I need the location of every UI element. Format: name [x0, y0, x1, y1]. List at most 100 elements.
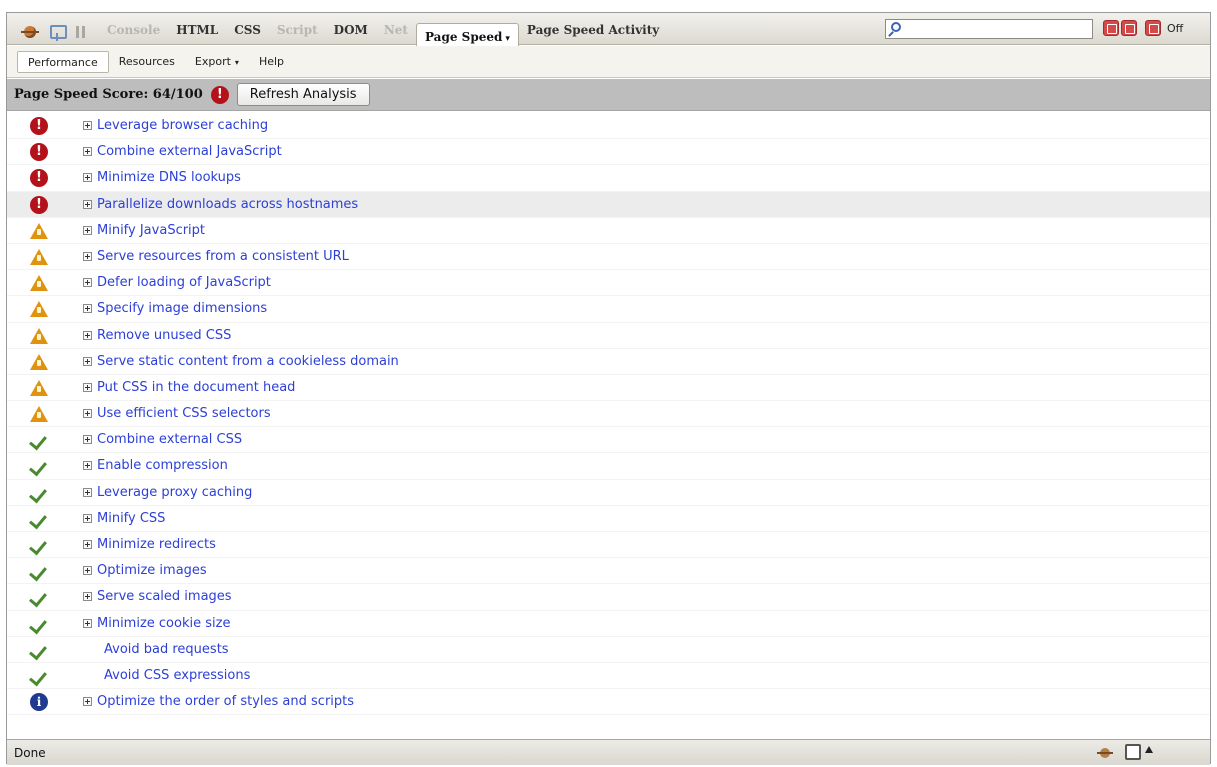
rule-row[interactable]: Combine external JavaScript [7, 139, 1210, 166]
expand-plus-icon[interactable] [83, 487, 92, 497]
rule-label[interactable]: Parallelize downloads across hostnames [97, 197, 358, 212]
expand-plus-icon[interactable] [83, 592, 92, 602]
expand-plus-icon[interactable] [83, 409, 92, 419]
checkmark-icon [30, 562, 48, 580]
minimize-icon[interactable] [1103, 20, 1119, 36]
refresh-analysis-button[interactable]: Refresh Analysis [236, 83, 370, 106]
subtab-resources[interactable]: Resources [109, 51, 185, 73]
detach-icon[interactable] [1121, 20, 1137, 36]
rule-label[interactable]: Serve scaled images [97, 589, 232, 604]
rule-label[interactable]: Minify JavaScript [97, 223, 205, 238]
rule-row[interactable]: Avoid bad requests [7, 637, 1210, 663]
rule-label[interactable]: Serve static content from a cookieless d… [97, 354, 399, 369]
pause-icon[interactable] [73, 23, 89, 41]
expand-plus-icon[interactable] [83, 540, 92, 549]
window-controls: Off [1103, 20, 1183, 36]
rule-row[interactable]: Put CSS in the document head [7, 375, 1210, 402]
firebug-tab-page-speed-activity[interactable]: Page Speed Activity [519, 19, 667, 41]
rule-label[interactable]: Defer loading of JavaScript [97, 275, 271, 290]
warning-icon [30, 406, 48, 423]
expand-plus-icon[interactable] [83, 697, 92, 707]
rule-row[interactable]: Leverage proxy caching [7, 480, 1210, 506]
subtab-performance[interactable]: Performance [17, 50, 109, 73]
firebug-tab-html[interactable]: HTML [168, 19, 226, 41]
expand-plus-icon[interactable] [83, 147, 92, 157]
rule-label[interactable]: Minify CSS [97, 511, 165, 526]
firebug-status-icon[interactable] [1097, 745, 1113, 761]
expand-plus-icon[interactable] [83, 382, 92, 392]
expand-plus-icon[interactable] [83, 566, 92, 576]
off-label[interactable]: Off [1167, 22, 1183, 35]
rule-row[interactable]: Specify image dimensions [7, 296, 1210, 323]
expand-plus-icon[interactable] [83, 513, 92, 523]
rule-label[interactable]: Minimize redirects [97, 537, 216, 552]
subtab-export[interactable]: Export ▾ [185, 51, 249, 73]
rule-label[interactable]: Avoid bad requests [104, 642, 229, 657]
rule-row[interactable]: Minimize DNS lookups [7, 165, 1210, 192]
rule-row[interactable]: Optimize the order of styles and scripts [7, 689, 1210, 716]
inspect-icon[interactable] [47, 22, 67, 42]
expand-plus-icon[interactable] [83, 435, 92, 445]
firebug-search-input[interactable] [885, 19, 1093, 39]
firebug-tab-script[interactable]: Script [269, 19, 326, 41]
close-icon[interactable] [1145, 20, 1161, 36]
rule-label[interactable]: Specify image dimensions [97, 301, 267, 316]
firebug-tab-net[interactable]: Net [376, 19, 416, 41]
firebug-tab-console[interactable]: Console [99, 19, 168, 41]
expand-plus-icon[interactable] [83, 461, 92, 471]
firebug-tab-label: CSS [234, 23, 261, 37]
expand-plus-icon[interactable] [83, 278, 92, 288]
rule-label[interactable]: Remove unused CSS [97, 328, 231, 343]
firebug-tab-dom[interactable]: DOM [326, 19, 376, 41]
page-speed-score: Page Speed Score: 64/100 [14, 87, 203, 102]
rule-row[interactable]: Remove unused CSS [7, 323, 1210, 349]
rule-label[interactable]: Avoid CSS expressions [104, 668, 250, 683]
rule-row[interactable]: Leverage browser caching [7, 113, 1210, 140]
rule-row[interactable]: Optimize images [7, 558, 1210, 585]
rule-label[interactable]: Optimize the order of styles and scripts [97, 694, 354, 709]
expand-plus-icon[interactable] [83, 618, 92, 628]
notes-icon[interactable] [1125, 744, 1141, 760]
rule-label[interactable]: Minimize DNS lookups [97, 170, 241, 185]
rule-label[interactable]: Serve resources from a consistent URL [97, 249, 349, 264]
rule-label[interactable]: Leverage proxy caching [97, 485, 252, 500]
rule-row[interactable]: Defer loading of JavaScript [7, 270, 1210, 297]
expand-plus-icon[interactable] [83, 356, 92, 366]
rule-row[interactable]: Serve resources from a consistent URL [7, 244, 1210, 271]
arrow-up-icon[interactable] [1145, 746, 1153, 753]
rule-label[interactable]: Use efficient CSS selectors [97, 406, 271, 421]
expand-plus-icon[interactable] [83, 121, 92, 130]
expand-plus-icon[interactable] [83, 173, 92, 183]
checkmark-icon [30, 588, 48, 606]
rule-row[interactable]: Minify JavaScript [7, 218, 1210, 244]
rule-label[interactable]: Optimize images [97, 563, 207, 578]
warning-icon [30, 222, 48, 239]
rule-row[interactable]: Serve static content from a cookieless d… [7, 349, 1210, 375]
rule-label[interactable]: Enable compression [97, 458, 228, 473]
warning-icon [30, 301, 48, 318]
rule-label[interactable]: Combine external CSS [97, 432, 242, 447]
rule-row[interactable]: Minimize cookie size [7, 611, 1210, 637]
rule-label[interactable]: Minimize cookie size [97, 616, 230, 631]
rule-row[interactable]: Parallelize downloads across hostnames [7, 191, 1210, 218]
rule-label[interactable]: Leverage browser caching [97, 118, 268, 133]
rule-row[interactable]: Serve scaled images [7, 584, 1210, 611]
rule-row[interactable]: Use efficient CSS selectors [7, 401, 1210, 428]
rule-label[interactable]: Combine external JavaScript [97, 144, 282, 159]
rule-row[interactable]: Combine external CSS [7, 427, 1210, 454]
rule-row[interactable]: Minify CSS [7, 506, 1210, 532]
expand-plus-icon[interactable] [83, 251, 92, 261]
firebug-tab-css[interactable]: CSS [226, 19, 269, 41]
rule-row[interactable]: Minimize redirects [7, 532, 1210, 559]
expand-plus-icon[interactable] [83, 225, 92, 235]
rule-label[interactable]: Put CSS in the document head [97, 380, 295, 395]
expand-plus-icon[interactable] [83, 330, 92, 340]
firebug-bug-icon[interactable] [19, 22, 41, 42]
firebug-window: Console HTML CSS Script DOM Net Page Speed ▾ Pag… [6, 12, 1211, 765]
rule-row[interactable]: Enable compression [7, 453, 1210, 480]
subtab-help[interactable]: Help [249, 51, 294, 73]
expand-plus-icon[interactable] [83, 304, 92, 314]
rule-row[interactable]: Avoid CSS expressions [7, 663, 1210, 690]
firebug-tab-strip: Console HTML CSS Script DOM Net Page Speed ▾ Pag… [99, 19, 667, 49]
expand-plus-icon[interactable] [83, 199, 92, 209]
